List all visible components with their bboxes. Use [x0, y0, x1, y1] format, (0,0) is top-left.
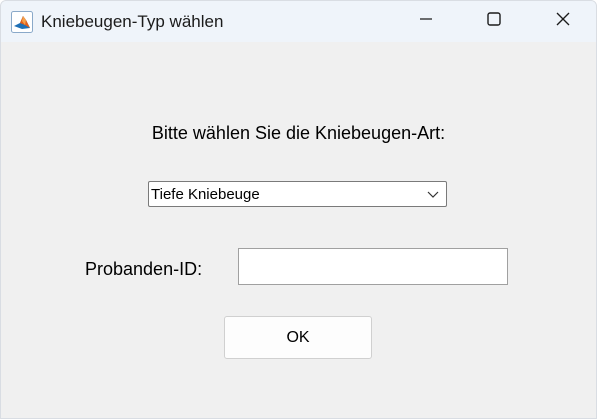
maximize-button[interactable] [459, 1, 529, 42]
minimize-button[interactable] [391, 1, 461, 42]
dialog-window: Kniebeugen-Typ wählen Bitte wählen Sie d… [0, 0, 597, 419]
title-bar[interactable]: Kniebeugen-Typ wählen [1, 1, 596, 42]
subject-id-label: Probanden-ID: [85, 259, 203, 279]
close-icon [555, 11, 571, 32]
maximize-icon [486, 11, 502, 32]
chevron-down-icon [426, 188, 440, 200]
matlab-logo-icon [11, 11, 33, 33]
close-button[interactable] [528, 1, 596, 42]
squat-type-dropdown[interactable]: Tiefe Kniebeuge [148, 181, 447, 207]
ok-button[interactable]: OK [224, 316, 372, 359]
prompt-label: Bitte wählen Sie die Kniebeugen-Art: [151, 123, 446, 143]
selected-squat-type: Tiefe Kniebeuge [151, 186, 260, 203]
window-title: Kniebeugen-Typ wählen [41, 12, 224, 31]
subject-id-input[interactable] [238, 248, 508, 285]
minimize-icon [418, 11, 434, 32]
